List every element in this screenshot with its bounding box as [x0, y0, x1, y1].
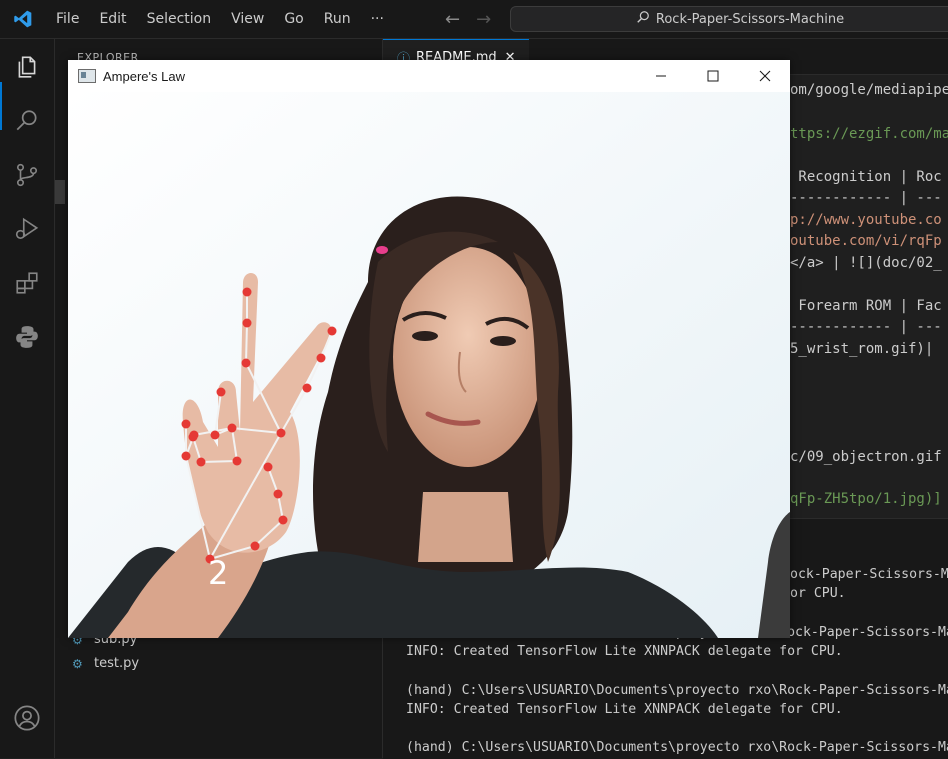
vscode-logo-icon[interactable]	[0, 0, 46, 38]
landmark-point	[278, 515, 288, 525]
code-line: om/google/mediapipe)	[790, 82, 948, 98]
extensions-icon[interactable]	[11, 267, 43, 299]
camera-window-title: Ampere's Law	[103, 68, 185, 84]
back-arrow-icon[interactable]: ←	[445, 9, 460, 30]
code-line: ------------ | ---	[790, 319, 942, 335]
landmark-point	[227, 423, 237, 433]
landmark-point	[327, 326, 337, 336]
landmark-connection	[245, 322, 248, 364]
terminal-line: (hand) C:\Users\USUARIO\Documents\proyec…	[406, 683, 948, 698]
landmark-point	[210, 430, 220, 440]
explorer-icon[interactable]	[11, 51, 43, 83]
landmark-point	[276, 428, 286, 438]
active-indicator	[0, 82, 2, 130]
menu-go[interactable]: Go	[274, 0, 313, 38]
landmark-point	[242, 318, 252, 328]
menu-run[interactable]: Run	[314, 0, 361, 38]
code-line: 5_wrist_rom.gif)|	[790, 341, 934, 357]
landmark-point	[241, 358, 251, 368]
landmark-point	[250, 541, 260, 551]
menu-bar: File Edit Selection View Go Run ···	[46, 0, 394, 38]
landmark-point	[302, 383, 312, 393]
terminal-line: INFO: Created TensorFlow Lite XNNPACK de…	[406, 644, 843, 659]
command-center[interactable]: Rock-Paper-Scissors-Machine	[510, 6, 948, 32]
terminal-line: (hand) C:\Users\USUARIO\Documents\proyec…	[406, 740, 948, 755]
landmark-point	[181, 419, 191, 429]
code-line: ttps://ezgif.com/ma	[790, 126, 948, 142]
code-line: ------------ | ---	[790, 190, 942, 206]
terminal-line: ock-Paper-Scissors-Ma	[790, 567, 948, 582]
neck	[418, 492, 513, 562]
menu-view[interactable]: View	[221, 0, 274, 38]
landmark-point	[188, 432, 198, 442]
landmark-point	[263, 462, 273, 472]
landmark-point	[242, 287, 252, 297]
menu-selection[interactable]: Selection	[137, 0, 222, 38]
menu-edit[interactable]: Edit	[89, 0, 136, 38]
landmark-point	[216, 387, 226, 397]
close-button[interactable]	[739, 60, 791, 92]
python-icon[interactable]	[11, 321, 43, 353]
code-line: c/09_objectron.gif	[790, 449, 942, 465]
eye-right	[490, 336, 516, 346]
command-center-label: Rock-Paper-Scissors-Machine	[655, 11, 845, 27]
landmark-point	[232, 456, 242, 466]
camera-feed: 2	[68, 92, 790, 638]
nav-arrows: ← →	[445, 0, 491, 38]
code-line: Recognition | Roc	[790, 169, 942, 185]
file-item-test-py[interactable]: ⚙ test.py	[72, 656, 139, 671]
landmark-point	[273, 489, 283, 499]
terminal-line: INFO: Created TensorFlow Lite XNNPACK de…	[406, 702, 843, 717]
forward-arrow-icon[interactable]: →	[476, 9, 491, 30]
sidebar-scrollbar[interactable]	[55, 180, 65, 204]
menu-file[interactable]: File	[46, 0, 89, 38]
finger-count-label: 2	[208, 554, 228, 592]
account-icon[interactable]	[11, 702, 43, 734]
search-sidebar-icon[interactable]	[11, 105, 43, 137]
landmark-connection	[200, 460, 238, 463]
landmark-point	[196, 457, 206, 467]
activity-bar	[0, 39, 55, 758]
code-line: p://www.youtube.co	[790, 212, 942, 228]
code-line: Forearm ROM | Fac	[790, 298, 942, 314]
run-debug-icon[interactable]	[11, 213, 43, 245]
source-control-icon[interactable]	[11, 159, 43, 191]
minimize-button[interactable]	[635, 60, 687, 92]
search-icon	[636, 10, 650, 28]
camera-window[interactable]: Ampere's Law 2	[68, 60, 790, 638]
eye-left	[412, 331, 438, 341]
title-bar: File Edit Selection View Go Run ··· ← → …	[0, 0, 948, 39]
code-line: </a> | ![](doc/02_	[790, 255, 942, 271]
code-line: outube.com/vi/rqFp	[790, 233, 942, 249]
landmark-point	[316, 353, 326, 363]
maximize-button[interactable]	[687, 60, 739, 92]
landmark-point	[181, 451, 191, 461]
python-file-icon: ⚙	[72, 656, 83, 671]
window-app-icon	[78, 69, 96, 83]
menu-more[interactable]: ···	[361, 0, 394, 38]
hair-clip	[376, 246, 388, 254]
code-line: qFp-ZH5tpo/1.jpg)]	[790, 491, 942, 507]
terminal-line: or CPU.	[790, 586, 846, 601]
file-name: test.py	[94, 656, 140, 671]
